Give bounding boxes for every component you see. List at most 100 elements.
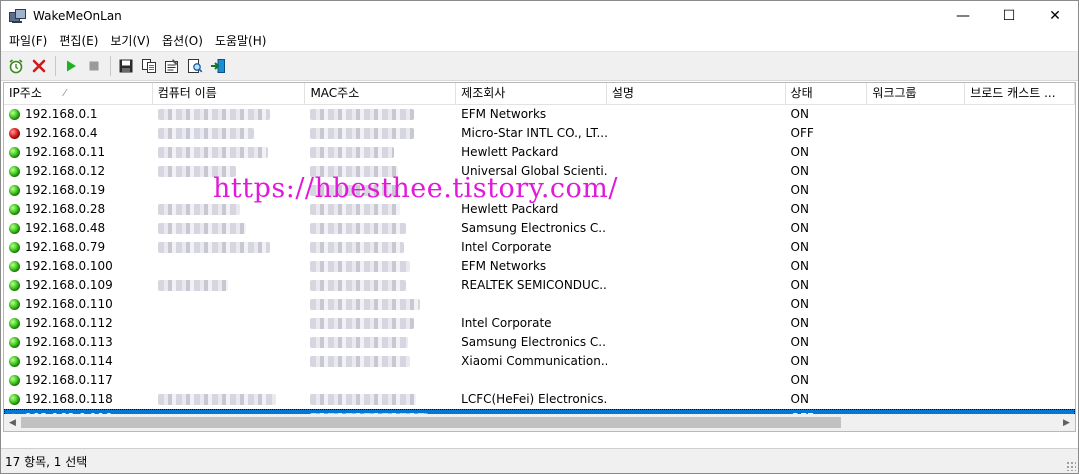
cell-broadcast	[965, 219, 1075, 238]
ip-text: 192.168.0.11	[25, 145, 106, 159]
delete-button[interactable]	[28, 55, 50, 77]
scroll-left-button[interactable]: ◀	[4, 414, 21, 431]
cell-manufacturer: Hewlett Packard	[461, 145, 559, 159]
alarm-clock-icon	[9, 59, 23, 74]
stop-scan-button[interactable]	[83, 55, 105, 77]
table-row[interactable]: 192.168.0.100 EFM Networks ON	[4, 257, 1075, 276]
cell-mac	[305, 276, 456, 295]
cell-broadcast	[965, 276, 1075, 295]
table-row[interactable]: 192.168.0.79 Intel Corporate ON	[4, 238, 1075, 257]
cell-computer-name	[153, 257, 306, 276]
table-row[interactable]: 192.168.0.4 Micro-Star INTL CO., LT... OFF	[4, 124, 1075, 143]
scroll-track[interactable]	[21, 414, 1058, 431]
menu-view[interactable]: 보기(V)	[104, 31, 156, 51]
close-button[interactable]: ✕	[1032, 1, 1078, 31]
redacted-blur	[157, 109, 270, 120]
cell-description	[607, 219, 786, 238]
cell-broadcast	[965, 314, 1075, 333]
cell-state: ON	[790, 335, 809, 349]
cell-workgroup	[867, 276, 965, 295]
cell-state: ON	[790, 278, 809, 292]
column-ip[interactable]: IP주소 ⁄	[4, 83, 153, 104]
table-row[interactable]: 192.168.0.112 Intel Corporate ON	[4, 314, 1075, 333]
table-row[interactable]: 192.168.0.11 Hewlett Packard ON	[4, 143, 1075, 162]
table-row[interactable]: 192.168.0.48 Samsung Electronics C... ON	[4, 219, 1075, 238]
cell-ip: 192.168.0.28	[4, 200, 153, 219]
column-computer-name[interactable]: 컴퓨터 이름	[153, 83, 306, 104]
title-bar[interactable]: WakeMeOnLan — ☐ ✕	[1, 1, 1078, 31]
cell-workgroup	[867, 295, 965, 314]
cell-manufacturer: Intel Corporate	[461, 240, 552, 254]
cell-broadcast	[965, 352, 1075, 371]
cell-computer-name	[153, 390, 306, 409]
column-description[interactable]: 설명	[607, 83, 786, 104]
cell-broadcast	[965, 371, 1075, 390]
column-broadcast[interactable]: 브로드 캐스트 ...	[965, 83, 1076, 104]
table-row[interactable]: 192.168.0.109 REALTEK SEMICONDUC... ON	[4, 276, 1075, 295]
column-workgroup[interactable]: 워크그룹	[867, 83, 966, 104]
column-manufacturer[interactable]: 제조회사	[456, 83, 607, 104]
table-row[interactable]: 192.168.0.114 Xiaomi Communication... ON	[4, 352, 1075, 371]
minimize-icon: —	[956, 8, 970, 24]
cell-broadcast	[965, 162, 1075, 181]
resize-grip-icon[interactable]	[1066, 461, 1076, 471]
menu-file[interactable]: 파일(F)	[3, 31, 53, 51]
cell-ip: 192.168.0.19	[4, 181, 153, 200]
cell-manufacturer: Xiaomi Communication...	[461, 354, 607, 368]
status-led-icon	[9, 166, 20, 177]
cell-description	[607, 352, 786, 371]
column-mac[interactable]: MAC주소	[305, 83, 457, 104]
start-scan-button[interactable]	[60, 55, 82, 77]
ip-text: 192.168.0.109	[25, 278, 113, 292]
status-led-icon	[9, 109, 20, 120]
cell-ip: 192.168.0.100	[4, 257, 153, 276]
table-row[interactable]: 192.168.0.118 LCFC(HeFei) Electronics... O…	[4, 390, 1075, 409]
list-rows: 192.168.0.1 EFM Networks ON 192.168.0.4 Micr…	[4, 105, 1075, 428]
cell-computer-name	[153, 333, 306, 352]
cell-mac	[305, 257, 456, 276]
cell-state: ON	[790, 392, 809, 406]
exit-button[interactable]	[207, 55, 229, 77]
copy-button[interactable]	[138, 55, 160, 77]
menu-options[interactable]: 옵션(O)	[156, 31, 209, 51]
cell-ip: 192.168.0.112	[4, 314, 153, 333]
cell-ip: 192.168.0.110	[4, 295, 153, 314]
menu-edit[interactable]: 편집(E)	[53, 31, 104, 51]
find-button[interactable]	[184, 55, 206, 77]
minimize-button[interactable]: —	[940, 1, 986, 31]
table-row[interactable]: 192.168.0.113 Samsung Electronics C... ON	[4, 333, 1075, 352]
cell-computer-name	[153, 352, 306, 371]
cell-manufacturer: Samsung Electronics C...	[461, 335, 607, 349]
table-row[interactable]: 192.168.0.110 ON	[4, 295, 1075, 314]
maximize-button[interactable]: ☐	[986, 1, 1032, 31]
save-button[interactable]	[115, 55, 137, 77]
cell-description	[607, 162, 786, 181]
ip-text: 192.168.0.19	[25, 183, 106, 197]
table-row[interactable]: 192.168.0.117 ON	[4, 371, 1075, 390]
cell-mac	[305, 314, 456, 333]
cell-computer-name	[153, 314, 306, 333]
cell-state: ON	[790, 297, 809, 311]
properties-button[interactable]	[161, 55, 183, 77]
column-state[interactable]: 상태	[786, 83, 868, 104]
menu-help[interactable]: 도움말(H)	[209, 31, 273, 51]
ip-text: 192.168.0.118	[25, 392, 113, 406]
horizontal-scrollbar[interactable]: ◀ ▶	[4, 414, 1075, 431]
chevron-right-icon: ▶	[1063, 417, 1070, 428]
cell-description	[607, 371, 786, 390]
cell-state: ON	[790, 259, 809, 273]
status-led-icon	[9, 223, 20, 234]
ip-text: 192.168.0.12	[25, 164, 106, 178]
scroll-thumb[interactable]	[21, 417, 841, 428]
watermark-url: https://hbesthee.tistory.com/	[213, 173, 618, 204]
scroll-right-button[interactable]: ▶	[1058, 414, 1075, 431]
cell-computer-name	[153, 219, 306, 238]
device-list[interactable]: IP주소 ⁄ 컴퓨터 이름 MAC주소 제조회사 설명 상태 워크그룹 브로드 캐…	[3, 82, 1076, 432]
table-row[interactable]: 192.168.0.1 EFM Networks ON	[4, 105, 1075, 124]
status-led-icon	[9, 128, 20, 139]
properties-icon	[165, 59, 178, 73]
cell-broadcast	[965, 333, 1075, 352]
redacted-blur	[157, 147, 268, 158]
wake-up-button[interactable]	[5, 55, 27, 77]
cell-workgroup	[867, 181, 965, 200]
